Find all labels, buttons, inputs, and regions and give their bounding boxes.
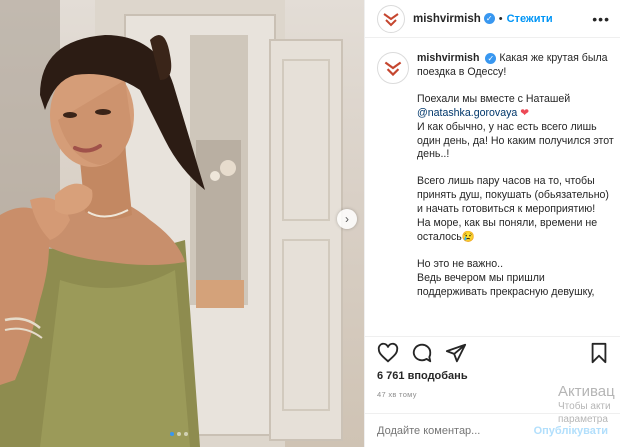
comment-input[interactable]: [377, 424, 534, 437]
carousel-next-button[interactable]: ›: [337, 209, 357, 229]
post-photo[interactable]: ›: [0, 0, 364, 447]
avatar[interactable]: [377, 4, 405, 33]
photo-illustration: [0, 0, 343, 447]
follow-button[interactable]: Стежити: [507, 13, 553, 25]
caption-area: mishvirmish ✓ Какая же крутая была поезд…: [377, 52, 614, 334]
post-header: mishvirmish ✓ • Стежити •••: [365, 0, 620, 38]
likes-count[interactable]: 6 761 вподобань: [377, 370, 468, 382]
post-side-panel: mishvirmish ✓ • Стежити ••• mishvirmish …: [364, 0, 620, 447]
watermark-line: Активац: [558, 383, 615, 400]
separator: •: [498, 12, 503, 25]
action-bar: [377, 340, 610, 366]
caption-text: mishvirmish ✓ Какая же крутая была поезд…: [417, 52, 614, 334]
avatar-logo-icon: [384, 61, 402, 77]
username[interactable]: mishvirmish: [413, 13, 481, 25]
carousel-dot: [170, 432, 174, 436]
activation-watermark: Активац Чтобы акти параметра: [558, 383, 615, 426]
carousel-dot: [177, 432, 181, 436]
mention-link[interactable]: @natashka.gorovaya: [417, 107, 517, 119]
bookmark-icon[interactable]: [588, 342, 610, 364]
more-options-icon[interactable]: •••: [592, 11, 610, 27]
verified-badge-icon: ✓: [483, 13, 495, 24]
caption-line: На море, как вы поняли, времени не остал…: [417, 217, 598, 243]
avatar[interactable]: [377, 52, 409, 84]
caption-username[interactable]: mishvirmish: [417, 52, 479, 64]
watermark-line: параметра: [558, 414, 608, 425]
avatar-logo-icon: [383, 12, 399, 26]
caption-line: Всего лишь пару часов на то, чтобы приня…: [417, 175, 609, 216]
heart-emoji: ❤: [520, 106, 530, 119]
heart-icon[interactable]: [377, 342, 399, 364]
carousel-dots: [170, 432, 188, 436]
publish-button[interactable]: Опублікувати: [534, 425, 608, 437]
divider: [365, 336, 620, 337]
verified-badge-icon: ✓: [485, 53, 497, 65]
watermark-line: Чтобы акти: [558, 401, 611, 412]
carousel-dot: [184, 432, 188, 436]
comment-icon[interactable]: [411, 342, 433, 364]
caption-line: И как обычно, у нас есть всего лишь один…: [417, 120, 614, 161]
caption-line: Поехали мы вместе с Наташей: [417, 92, 571, 105]
caption-line: Ведь вечером мы пришли поддерживать прек…: [417, 271, 595, 298]
caption-line: Но это не важно..: [417, 257, 504, 270]
share-icon[interactable]: [445, 342, 467, 364]
post-timestamp[interactable]: 47 хв тому: [377, 390, 417, 399]
